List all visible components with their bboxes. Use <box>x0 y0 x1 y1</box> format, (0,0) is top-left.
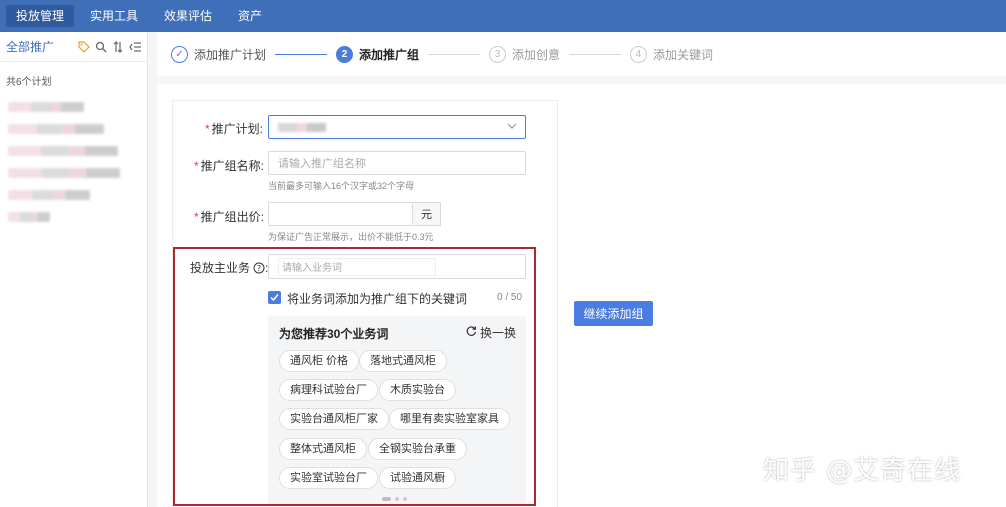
bid-input[interactable] <box>268 202 413 226</box>
refresh-icon <box>465 325 477 340</box>
tag-item[interactable]: 木质实验台 <box>379 379 456 401</box>
step-number: 2 <box>336 45 354 63</box>
plan-item[interactable] <box>8 124 104 134</box>
nav-effect-evaluation[interactable]: 效果评估 <box>154 5 222 27</box>
nav-assets[interactable]: 资产 <box>228 5 272 27</box>
recommend-title: 为您推荐30个业务词 <box>279 327 389 341</box>
business-input-wrapper: 请输入业务词 <box>268 254 526 279</box>
collapse-icon[interactable] <box>129 41 141 53</box>
sidebar-all-promotions[interactable]: 全部推广 <box>6 38 73 55</box>
page-dot[interactable] <box>403 497 407 501</box>
tag-item[interactable]: 哪里有卖实验室家具 <box>389 408 510 430</box>
sidebar: 全部推广 共6个计划 <box>0 32 148 507</box>
add-as-keyword-checkbox[interactable] <box>268 291 281 304</box>
tag-item[interactable]: 落地式通风柜 <box>359 350 447 372</box>
step-connector <box>428 53 481 55</box>
check-icon: ✓ <box>171 45 188 63</box>
step-progress: ✓ 添加推广计划 2 添加推广组 3 添加创意 4 添加关键词 <box>157 32 1006 76</box>
step-add-plan: ✓ 添加推广计划 <box>171 45 267 63</box>
top-nav: 投放管理 实用工具 效果评估 资产 <box>0 0 1006 32</box>
plan-item[interactable] <box>8 168 120 178</box>
bid-hint: 为保证广告正常展示，出价不能低于0.3元 <box>268 232 434 242</box>
plan-select[interactable] <box>268 115 526 139</box>
recommend-panel: 为您推荐30个业务词 换一换 通风柜 价格 落地式通风柜 病理科试验台厂 木质实… <box>268 316 526 504</box>
plan-item[interactable] <box>8 190 90 200</box>
bid-unit: 元 <box>413 202 441 226</box>
bid-label: * 推广组出价: <box>194 210 265 224</box>
tag-item[interactable]: 实验室试验台厂 <box>279 467 378 489</box>
plan-item[interactable] <box>8 146 118 156</box>
plan-item[interactable] <box>8 102 84 112</box>
business-input[interactable]: 请输入业务词 <box>278 257 436 276</box>
step-label: 添加推广计划 <box>194 47 267 62</box>
step-label: 添加关键词 <box>653 47 714 62</box>
tag-item[interactable]: 通风柜 价格 <box>279 350 360 372</box>
search-icon[interactable] <box>95 41 107 53</box>
nav-delivery-management[interactable]: 投放管理 <box>6 5 75 27</box>
svg-text:?: ? <box>257 264 261 273</box>
group-name-label: * 推广组名称: <box>194 159 265 173</box>
group-name-hint: 当前最多可输入16个汉字或32个字母 <box>268 181 415 191</box>
tag-item[interactable]: 实验台通风柜厂家 <box>279 408 389 430</box>
add-as-keyword-label[interactable]: 将业务词添加为推广组下的关键词 <box>287 290 467 307</box>
step-connector <box>275 53 328 55</box>
group-name-input[interactable]: 请输入推广组名称 <box>268 151 526 175</box>
step-number: 4 <box>630 45 648 63</box>
pagination-dots <box>382 497 411 501</box>
step-connector <box>569 53 622 55</box>
keyword-counter: 0 / 50 <box>497 292 523 303</box>
help-icon[interactable]: ? <box>253 262 265 274</box>
step-number: 3 <box>489 45 507 63</box>
business-label: 投放主业务 ? : <box>190 260 269 276</box>
plan-label: * 推广计划: <box>205 122 264 136</box>
continue-add-group-button[interactable]: 继续添加组 <box>574 301 653 326</box>
step-label: 添加创意 <box>512 47 561 62</box>
tag-item[interactable]: 全钢实验台承重 <box>368 438 467 460</box>
tag-item[interactable]: 病理科试验台厂 <box>279 379 378 401</box>
refresh-button[interactable]: 换一换 <box>465 324 516 341</box>
step-add-keywords: 4 添加关键词 <box>630 45 714 63</box>
page-dot[interactable] <box>395 497 399 501</box>
watermark: 知乎 @艾奇在线 <box>763 456 962 486</box>
tag-item[interactable]: 整体式通风柜 <box>279 438 367 460</box>
plan-count: 共6个计划 <box>6 77 52 88</box>
sort-icon[interactable] <box>112 40 124 53</box>
page-dot[interactable] <box>382 497 391 501</box>
sidebar-header: 全部推广 <box>0 32 147 62</box>
tag-icon[interactable] <box>78 40 90 53</box>
chevron-down-icon <box>507 122 517 133</box>
nav-tools[interactable]: 实用工具 <box>80 5 148 27</box>
step-add-creative: 3 添加创意 <box>489 45 561 63</box>
tag-item[interactable]: 试验通风橱 <box>379 467 456 489</box>
plan-select-value <box>278 122 326 132</box>
step-label: 添加推广组 <box>359 47 420 62</box>
step-add-group: 2 添加推广组 <box>336 45 420 63</box>
plan-item[interactable] <box>8 212 50 222</box>
